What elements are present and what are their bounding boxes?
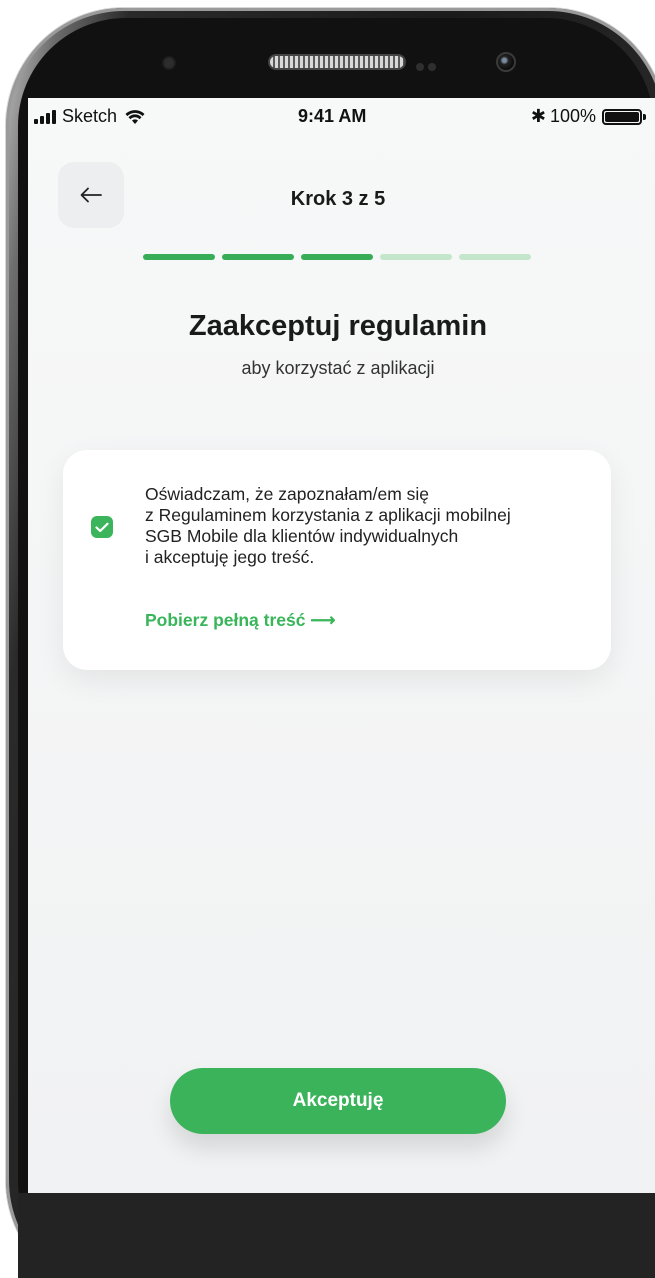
status-time: 9:41 AM (298, 106, 367, 126)
consent-checkbox[interactable] (91, 516, 113, 538)
wifi-icon (125, 109, 145, 124)
checkmark-icon (95, 522, 109, 532)
device-frame: Sketch 9:41 AM ✱ 100% Krok 3 z 5 Zaakcep… (0, 0, 655, 1278)
app-screen: Sketch 9:41 AM ✱ 100% Krok 3 z 5 Zaakcep… (28, 98, 655, 1193)
phone-bottom-bezel (18, 1193, 655, 1278)
consent-line: z Regulaminem korzystania z aplikacji mo… (145, 505, 511, 525)
battery-icon (602, 108, 646, 125)
page-subtitle: aby korzystać z aplikacji (241, 358, 435, 378)
consent-line: SGB Mobile dla klientów indywidualnych (145, 526, 459, 546)
step-indicator-label: Krok 3 z 5 (290, 188, 386, 210)
front-camera-icon (496, 52, 516, 72)
bluetooth-icon: ✱ (530, 106, 546, 126)
accept-button[interactable]: Akceptuję (170, 1068, 506, 1134)
consent-line: i akceptuję jego treść. (145, 547, 315, 567)
battery-percent: 100% (549, 106, 596, 126)
progress-segment-complete (143, 254, 215, 260)
status-right: ✱ 100% (530, 106, 646, 127)
status-bar: Sketch 9:41 AM ✱ 100% (28, 98, 655, 136)
consent-text: Oświadczam, że zapoznałam/em się z Regul… (145, 484, 595, 568)
page-title: Zaakceptuj regulamin (188, 310, 488, 342)
progress-segment-complete (301, 254, 373, 260)
sensor-dots-icon (416, 58, 446, 71)
consent-line: Oświadczam, że zapoznałam/em się (145, 484, 429, 504)
signal-icon (34, 109, 58, 124)
status-left: Sketch (34, 106, 145, 127)
progress-segment-pending (380, 254, 452, 260)
speaker-grille-icon (268, 54, 406, 70)
sensor-icon (162, 56, 176, 70)
progress-segment-pending (459, 254, 531, 260)
carrier-label: Sketch (62, 106, 118, 126)
step-progress-bar (143, 254, 538, 260)
download-full-text-link[interactable]: Pobierz pełną treść ⟶ (145, 610, 335, 631)
progress-segment-complete (222, 254, 294, 260)
consent-card: Oświadczam, że zapoznałam/em się z Regul… (63, 450, 611, 670)
